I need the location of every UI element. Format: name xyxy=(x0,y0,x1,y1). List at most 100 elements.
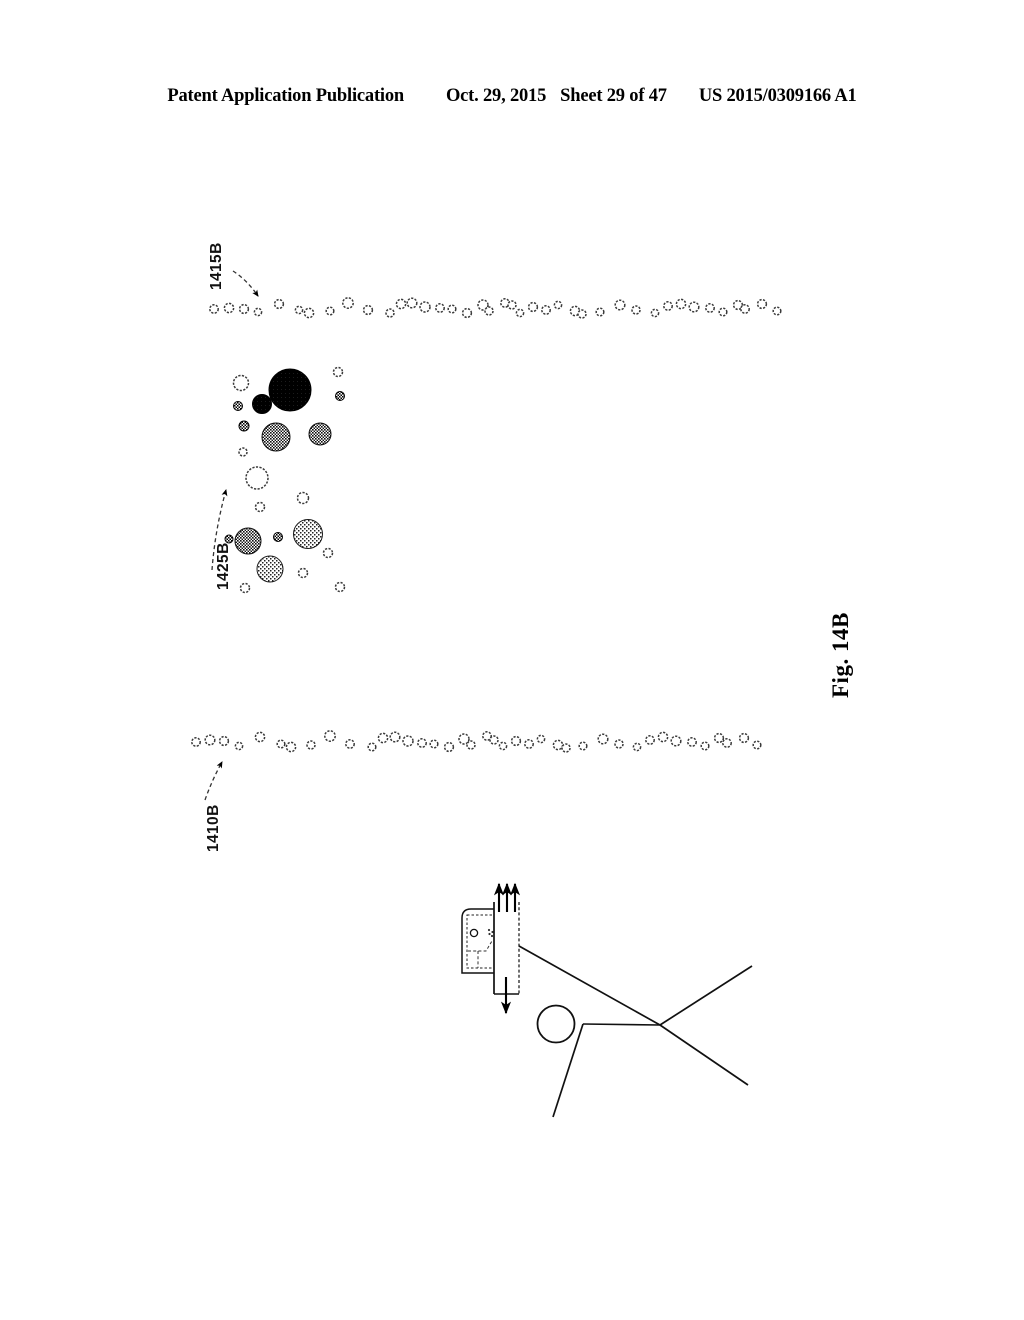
particle xyxy=(253,307,263,317)
housing-port-circle xyxy=(469,928,479,938)
particle xyxy=(245,466,269,490)
particle xyxy=(524,739,534,749)
particle xyxy=(631,305,641,315)
particle xyxy=(461,307,473,319)
particle xyxy=(362,304,374,316)
particle xyxy=(663,301,673,311)
particle xyxy=(234,741,244,751)
reference-label-1410b: 1410B xyxy=(205,804,222,852)
particle xyxy=(294,305,304,315)
particle xyxy=(345,739,355,749)
particle xyxy=(595,307,605,317)
particle xyxy=(756,298,768,310)
particle xyxy=(632,742,642,752)
particle xyxy=(515,308,525,318)
particle xyxy=(752,740,762,750)
particle xyxy=(254,501,266,513)
particle xyxy=(385,308,395,318)
particle xyxy=(443,741,455,753)
particle-row-lower xyxy=(191,730,762,753)
particle xyxy=(293,519,323,549)
particle xyxy=(273,532,283,542)
particle xyxy=(335,391,345,401)
particle xyxy=(252,394,272,414)
particle xyxy=(688,301,700,313)
leader-line-1415b xyxy=(232,270,259,297)
particle xyxy=(273,298,285,310)
particle xyxy=(740,304,750,314)
particle xyxy=(395,298,407,310)
particle xyxy=(772,306,782,316)
particle xyxy=(435,303,445,313)
particle xyxy=(670,735,682,747)
particle xyxy=(322,547,334,559)
particle xyxy=(700,741,710,751)
particle xyxy=(675,298,687,310)
particle xyxy=(204,734,216,746)
particle xyxy=(238,303,250,315)
particle xyxy=(466,740,476,750)
linkage-horizontal-spine xyxy=(582,1023,661,1026)
particle xyxy=(722,738,732,748)
particle xyxy=(447,304,457,314)
particle xyxy=(738,732,750,744)
apparatus-assembly xyxy=(461,882,753,1118)
particle xyxy=(285,741,297,753)
reference-label-1415b: 1415B xyxy=(208,242,225,290)
particle xyxy=(296,491,310,505)
particle xyxy=(223,302,235,314)
particle xyxy=(232,374,250,392)
particle xyxy=(238,420,250,432)
reference-label-1425b: 1425B xyxy=(215,542,232,590)
particle xyxy=(650,308,660,318)
particle xyxy=(239,582,251,594)
particle xyxy=(389,731,401,743)
particle xyxy=(657,731,669,743)
particle-row-upper xyxy=(209,297,782,319)
particle xyxy=(597,733,609,745)
particle xyxy=(645,735,655,745)
linkage-branch-lower-right xyxy=(659,1024,749,1086)
particle xyxy=(306,740,316,750)
particle xyxy=(324,730,336,742)
particle xyxy=(276,739,286,749)
particle xyxy=(429,739,439,749)
particle xyxy=(705,303,715,313)
particle xyxy=(552,739,564,751)
particle xyxy=(209,304,219,314)
particle xyxy=(417,738,427,748)
particle xyxy=(687,737,697,747)
particle xyxy=(254,731,266,743)
particle xyxy=(406,297,418,309)
linkage-branch-upper-right xyxy=(659,965,753,1026)
particle xyxy=(234,527,262,555)
particle xyxy=(308,422,332,446)
particle xyxy=(614,739,624,749)
particle xyxy=(578,741,588,751)
particle xyxy=(482,731,492,741)
particle xyxy=(713,732,725,744)
particle xyxy=(332,366,344,378)
particle xyxy=(261,422,291,452)
linkage-node-circle xyxy=(536,1004,576,1044)
particle xyxy=(297,567,309,579)
particle xyxy=(238,447,248,457)
particle xyxy=(498,741,508,751)
particle xyxy=(342,297,354,309)
particle xyxy=(334,581,346,593)
particle xyxy=(614,299,626,311)
figure-caption: Fig. 14B xyxy=(828,612,853,698)
particle xyxy=(510,735,522,747)
particle xyxy=(191,737,201,747)
particle xyxy=(553,300,563,310)
particle xyxy=(377,732,389,744)
particle-cluster-center xyxy=(224,366,346,594)
particle xyxy=(325,306,335,316)
particle xyxy=(484,306,494,316)
particle xyxy=(233,401,243,411)
particle xyxy=(256,555,284,583)
particle xyxy=(419,301,431,313)
particle xyxy=(489,735,499,745)
particle xyxy=(303,307,315,319)
particle xyxy=(402,735,414,747)
